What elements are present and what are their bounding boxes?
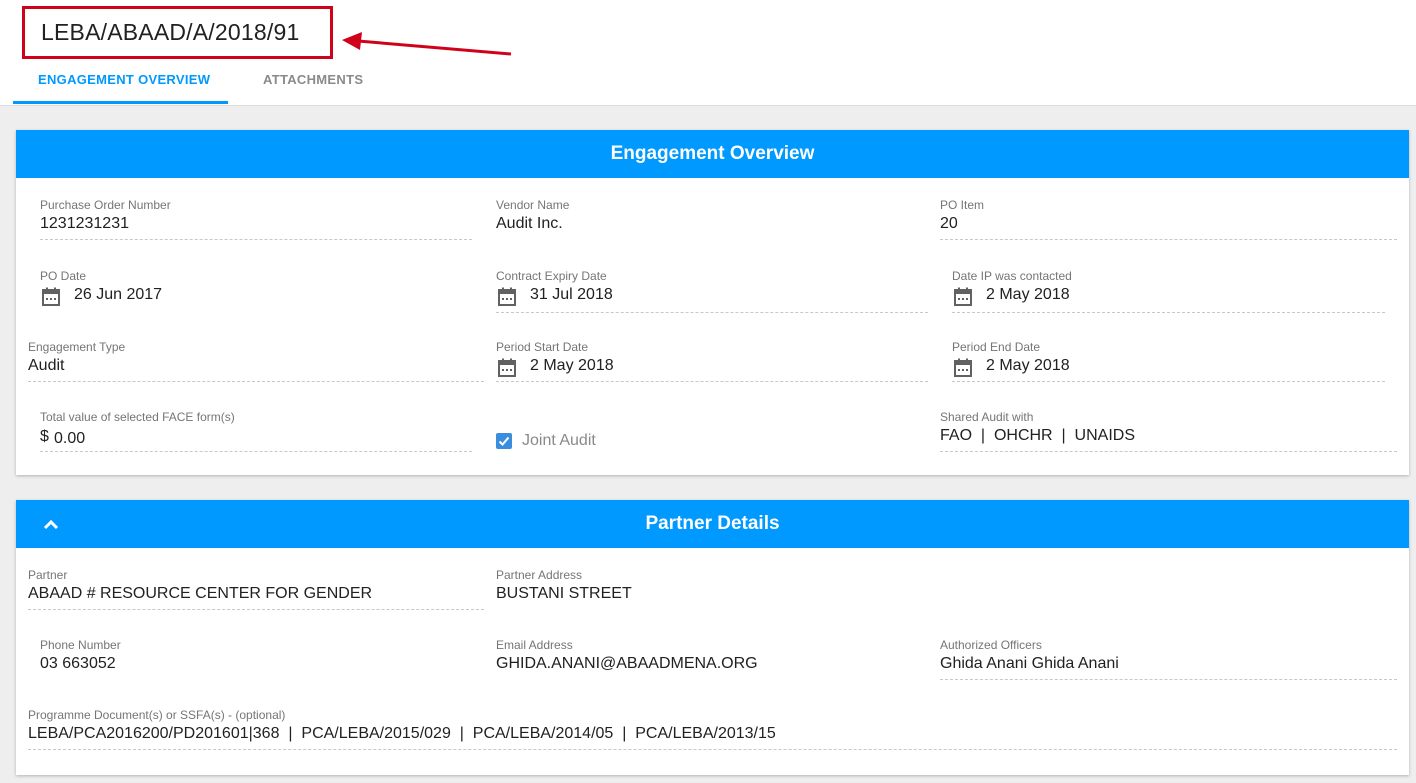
date-ip-contacted-field[interactable]: Date IP was contacted 2 May 2018 — [952, 269, 1385, 313]
field-underline — [952, 381, 1385, 382]
partner-address-label: Partner Address — [496, 568, 583, 582]
engagement-type-field[interactable]: Engagement Type Audit — [28, 340, 484, 382]
partner-address-field: Partner Address BUSTANI STREET — [496, 568, 928, 610]
vendor-name-value: Audit Inc. — [496, 215, 563, 232]
email-address-field: Email Address GHIDA.ANANI@ABAADMENA.ORG — [496, 638, 928, 680]
period-end-date-value: 2 May 2018 — [986, 357, 1070, 374]
joint-audit-label[interactable]: Joint Audit — [522, 432, 596, 450]
field-underline — [496, 312, 928, 313]
programme-documents-label: Programme Document(s) or SSFA(s) - (opti… — [28, 708, 286, 722]
programme-documents-value: LEBA/PCA2016200/PD201601|368 | PCA/LEBA/… — [28, 725, 776, 742]
period-end-date-field[interactable]: Period End Date 2 May 2018 — [952, 340, 1385, 382]
partner-value: ABAAD # RESOURCE CENTER FOR GENDER — [28, 585, 373, 602]
calendar-icon[interactable] — [953, 358, 973, 378]
calendar-icon[interactable] — [497, 358, 517, 378]
engagement-type-value: Audit — [28, 357, 65, 374]
check-icon — [498, 436, 510, 446]
engagement-overview-title: Engagement Overview — [610, 143, 815, 164]
phone-number-field: Phone Number 03 663052 — [40, 638, 472, 680]
field-underline — [28, 381, 484, 382]
tab-engagement-overview[interactable]: ENGAGEMENT OVERVIEW — [38, 72, 210, 87]
page-header: LEBA/ABAAD/A/2018/91 ENGAGEMENT OVERVIEW… — [0, 0, 1416, 106]
total-face-value-label: Total value of selected FACE form(s) — [40, 410, 235, 424]
email-address-value: GHIDA.ANANI@ABAADMENA.ORG — [496, 655, 758, 672]
contract-expiry-date-field[interactable]: Contract Expiry Date 31 Jul 2018 — [496, 269, 928, 313]
programme-documents-field[interactable]: Programme Document(s) or SSFA(s) - (opti… — [28, 708, 1397, 750]
period-start-date-field[interactable]: Period Start Date 2 May 2018 — [496, 340, 928, 382]
partner-details-title: Partner Details — [645, 513, 780, 534]
partner-address-value: BUSTANI STREET — [496, 585, 632, 602]
phone-number-label: Phone Number — [40, 638, 121, 652]
purchase-order-number-label: Purchase Order Number — [40, 198, 171, 212]
tab-active-indicator — [13, 101, 228, 104]
calendar-icon[interactable] — [953, 287, 973, 307]
field-underline — [940, 239, 1397, 240]
period-start-date-value: 2 May 2018 — [530, 357, 614, 374]
po-item-value: 20 — [940, 215, 958, 232]
vendor-name-field[interactable]: Vendor Name Audit Inc. — [496, 198, 928, 240]
contract-expiry-date-label: Contract Expiry Date — [496, 269, 607, 283]
field-underline — [40, 451, 472, 452]
field-underline — [28, 749, 1397, 750]
tab-attachments[interactable]: ATTACHMENTS — [263, 72, 363, 87]
po-date-field[interactable]: PO Date 26 Jun 2017 — [40, 269, 472, 313]
partner-details-header[interactable]: Partner Details — [16, 500, 1409, 548]
po-date-value: 26 Jun 2017 — [74, 286, 163, 303]
date-ip-contacted-label: Date IP was contacted — [952, 269, 1072, 283]
page-title: LEBA/ABAAD/A/2018/91 — [41, 19, 300, 45]
period-end-date-label: Period End Date — [952, 340, 1041, 354]
field-underline — [940, 451, 1397, 452]
arrow-icon — [342, 32, 512, 56]
shared-audit-value: FAO | OHCHR | UNAIDS — [940, 427, 1135, 444]
authorized-officers-value: Ghida Anani Ghida Anani — [940, 655, 1119, 672]
currency-symbol: $ — [40, 428, 49, 445]
email-address-label: Email Address — [496, 638, 573, 652]
shared-audit-label: Shared Audit with — [940, 410, 1034, 424]
po-item-label: PO Item — [940, 198, 985, 212]
field-underline — [28, 609, 484, 610]
purchase-order-number-value: 1231231231 — [40, 215, 129, 232]
phone-number-value: 03 663052 — [40, 655, 116, 672]
authorized-officers-label: Authorized Officers — [940, 638, 1042, 652]
partner-label: Partner — [28, 568, 68, 582]
engagement-overview-card: Engagement Overview Purchase Order Numbe… — [16, 130, 1409, 475]
field-underline — [496, 381, 928, 382]
po-date-label: PO Date — [40, 269, 87, 283]
vendor-name-label: Vendor Name — [496, 198, 570, 212]
shared-audit-field[interactable]: Shared Audit with FAO | OHCHR | UNAIDS — [940, 410, 1397, 452]
partner-field[interactable]: Partner ABAAD # RESOURCE CENTER FOR GEND… — [28, 568, 484, 610]
calendar-icon[interactable] — [41, 287, 61, 307]
purchase-order-number-field[interactable]: Purchase Order Number 1231231231 — [40, 198, 472, 240]
period-start-date-label: Period Start Date — [496, 340, 589, 354]
calendar-icon[interactable] — [497, 287, 517, 307]
total-face-value-value: 0.00 — [54, 430, 86, 447]
engagement-overview-header: Engagement Overview — [16, 130, 1409, 178]
total-face-value-field[interactable]: Total value of selected FACE form(s) $ 0… — [40, 410, 472, 452]
field-underline — [940, 679, 1397, 680]
field-underline — [952, 312, 1385, 313]
date-ip-contacted-value: 2 May 2018 — [986, 286, 1070, 303]
engagement-id-highlight: LEBA/ABAAD/A/2018/91 — [22, 6, 333, 59]
engagement-type-label: Engagement Type — [28, 340, 126, 354]
joint-audit-checkbox[interactable] — [496, 433, 512, 449]
partner-details-card: Partner Details Partner ABAAD # RESOURCE… — [16, 500, 1409, 775]
field-underline — [40, 239, 472, 240]
contract-expiry-date-value: 31 Jul 2018 — [530, 286, 613, 303]
po-item-field[interactable]: PO Item 20 — [940, 198, 1397, 240]
authorized-officers-field[interactable]: Authorized Officers Ghida Anani Ghida An… — [940, 638, 1397, 680]
